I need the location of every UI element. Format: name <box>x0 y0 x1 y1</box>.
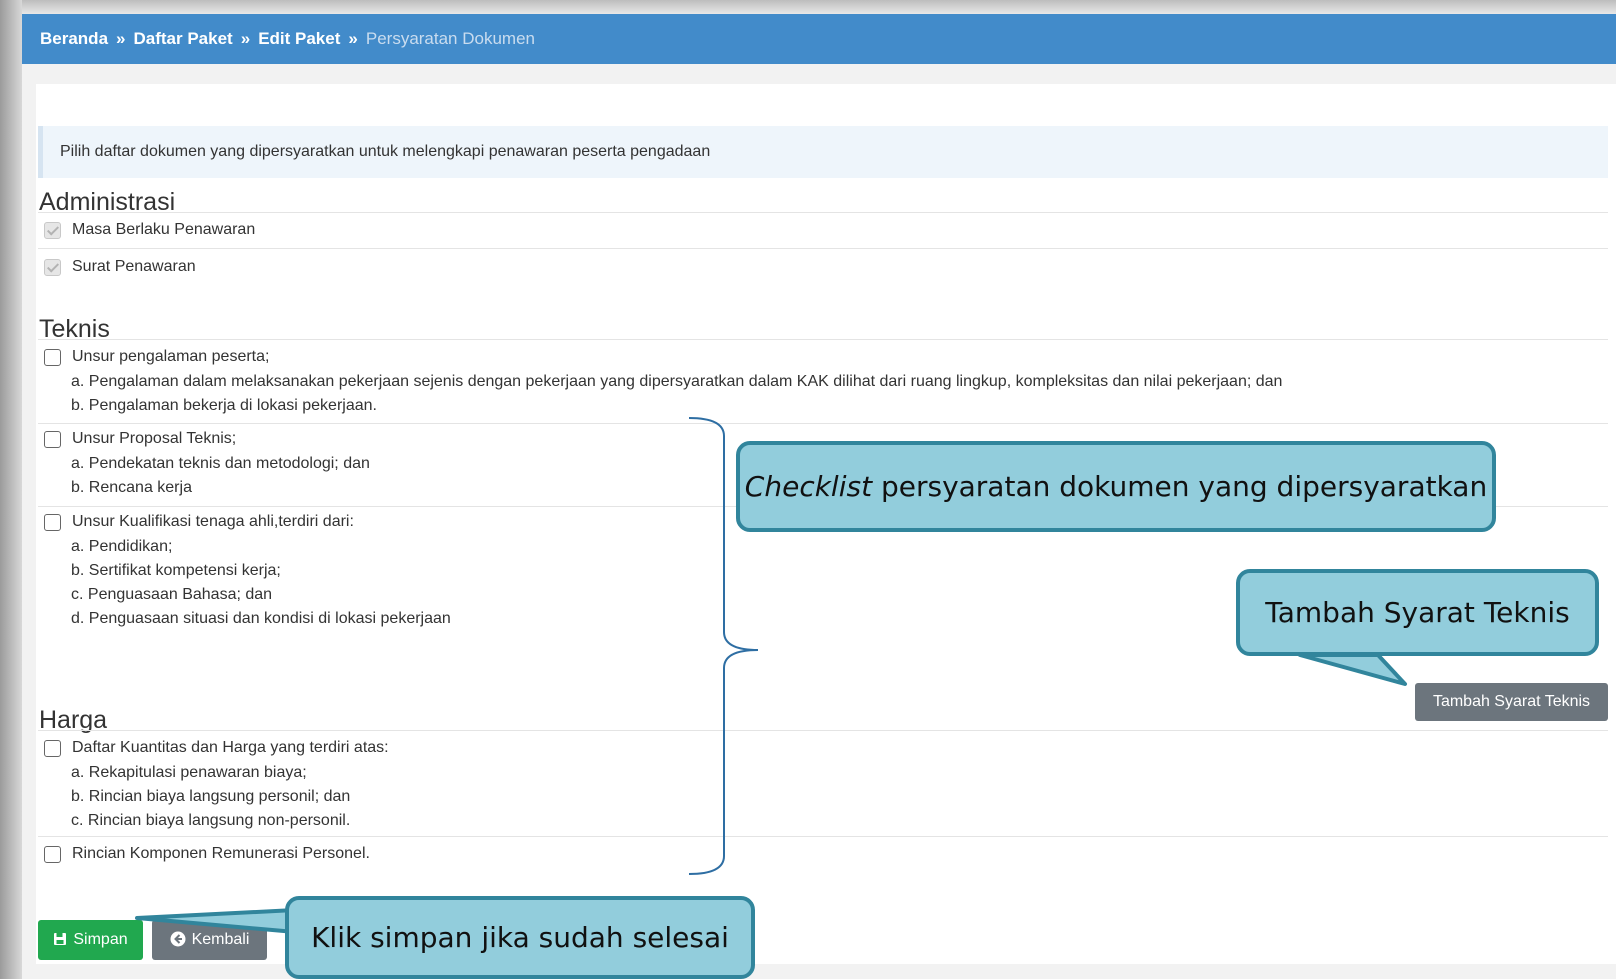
breadcrumb-separator: » <box>240 29 251 48</box>
info-alert: Pilih daftar dokumen yang dipersyaratkan… <box>38 126 1608 178</box>
callout-checklist-text: persyaratan dokumen yang dipersyaratkan <box>872 470 1488 503</box>
sub-items-kualifikasi: a. Pendidikan; b. Sertifikat kompetensi … <box>71 535 451 631</box>
sub-item: b. Rincian biaya langsung personil; dan <box>71 788 351 805</box>
checkbox[interactable] <box>44 349 61 366</box>
sub-item: b. Rencana kerja <box>71 479 192 496</box>
sub-item: c. Rincian biaya langsung non-personil. <box>71 812 351 829</box>
checkbox-row-kualifikasi-tenaga-ahli[interactable]: Unsur Kualifikasi tenaga ahli,terdiri da… <box>44 513 354 531</box>
checkbox-row-proposal-teknis[interactable]: Unsur Proposal Teknis; <box>44 430 236 448</box>
sub-item: a. Pendekatan teknis dan metodologi; dan <box>71 455 370 472</box>
checkbox[interactable] <box>44 431 61 448</box>
divider <box>38 339 1608 340</box>
sub-items-kuantitas: a. Rekapitulasi penawaran biaya; b. Rinc… <box>71 761 350 833</box>
sub-item: b. Pengalaman bekerja di lokasi pekerjaa… <box>71 397 377 414</box>
checkbox-label: Rincian Komponen Remunerasi Personel. <box>72 845 370 862</box>
callout-checklist-emphasis: Checklist <box>744 470 873 503</box>
checkbox[interactable] <box>44 514 61 531</box>
tambah-syarat-teknis-button[interactable]: Tambah Syarat Teknis <box>1415 683 1608 721</box>
checkbox-label: Unsur Proposal Teknis; <box>72 430 237 447</box>
checkbox-label: Surat Penawaran <box>72 258 196 275</box>
checkbox-row-unsur-pengalaman[interactable]: Unsur pengalaman peserta; <box>44 348 269 366</box>
checkbox-row-remunerasi-personel[interactable]: Rincian Komponen Remunerasi Personel. <box>44 845 370 863</box>
checkbox-label: Unsur pengalaman peserta; <box>72 348 270 365</box>
checkbox[interactable] <box>44 846 61 863</box>
checkbox-row-masa-berlaku[interactable]: Masa Berlaku Penawaran <box>44 221 255 239</box>
checkbox-checked-disabled <box>44 259 61 276</box>
divider <box>38 248 1608 249</box>
checkbox-label: Unsur Kualifikasi tenaga ahli,terdiri da… <box>72 513 354 530</box>
divider <box>38 423 1608 424</box>
callout-simpan: Klik simpan jika sudah selesai <box>285 896 755 979</box>
breadcrumb-daftar-paket[interactable]: Daftar Paket <box>134 29 233 49</box>
sub-item: d. Penguasaan situasi dan kondisi di lok… <box>71 610 451 627</box>
checkbox-label: Daftar Kuantitas dan Harga yang terdiri … <box>72 739 389 756</box>
checkbox-checked-disabled <box>44 222 61 239</box>
window-top-edge <box>0 0 1616 14</box>
checkbox[interactable] <box>44 740 61 757</box>
back-button[interactable]: Kembali <box>152 920 267 960</box>
save-label: Simpan <box>73 931 128 948</box>
window-left-edge <box>0 0 22 979</box>
save-button[interactable]: Simpan <box>38 920 143 960</box>
sub-items-proposal: a. Pendekatan teknis dan metodologi; dan… <box>71 452 370 500</box>
sub-item: a. Pengalaman dalam melaksanakan pekerja… <box>71 373 1283 390</box>
divider <box>38 836 1608 837</box>
checkbox-row-daftar-kuantitas[interactable]: Daftar Kuantitas dan Harga yang terdiri … <box>44 739 389 757</box>
callout-tambah-syarat: Tambah Syarat Teknis <box>1236 569 1599 656</box>
divider <box>38 730 1608 731</box>
sub-item: a. Rekapitulasi penawaran biaya; <box>71 764 307 781</box>
breadcrumb-separator: » <box>116 29 126 48</box>
back-label: Kembali <box>191 931 250 948</box>
breadcrumb-home[interactable]: Beranda <box>40 29 108 49</box>
sub-item: c. Penguasaan Bahasa; dan <box>71 586 273 603</box>
sub-items-pengalaman: a. Pengalaman dalam melaksanakan pekerja… <box>71 370 1282 418</box>
divider <box>38 212 1608 213</box>
breadcrumb-current: Persyaratan Dokumen <box>365 29 535 48</box>
floppy-disk-icon <box>53 932 67 949</box>
checkbox-label: Masa Berlaku Penawaran <box>72 221 256 238</box>
sub-item: b. Sertifikat kompetensi kerja; <box>71 562 281 579</box>
arrow-circle-left-icon <box>170 931 186 950</box>
breadcrumb: Beranda » Daftar Paket » Edit Paket » Pe… <box>22 14 1616 64</box>
callout-checklist: Checklist persyaratan dokumen yang diper… <box>736 441 1496 532</box>
checkbox-row-surat-penawaran[interactable]: Surat Penawaran <box>44 258 196 276</box>
breadcrumb-separator: » <box>348 29 358 48</box>
sub-item: a. Pendidikan; <box>71 538 173 555</box>
breadcrumb-edit-paket[interactable]: Edit Paket <box>258 29 340 49</box>
